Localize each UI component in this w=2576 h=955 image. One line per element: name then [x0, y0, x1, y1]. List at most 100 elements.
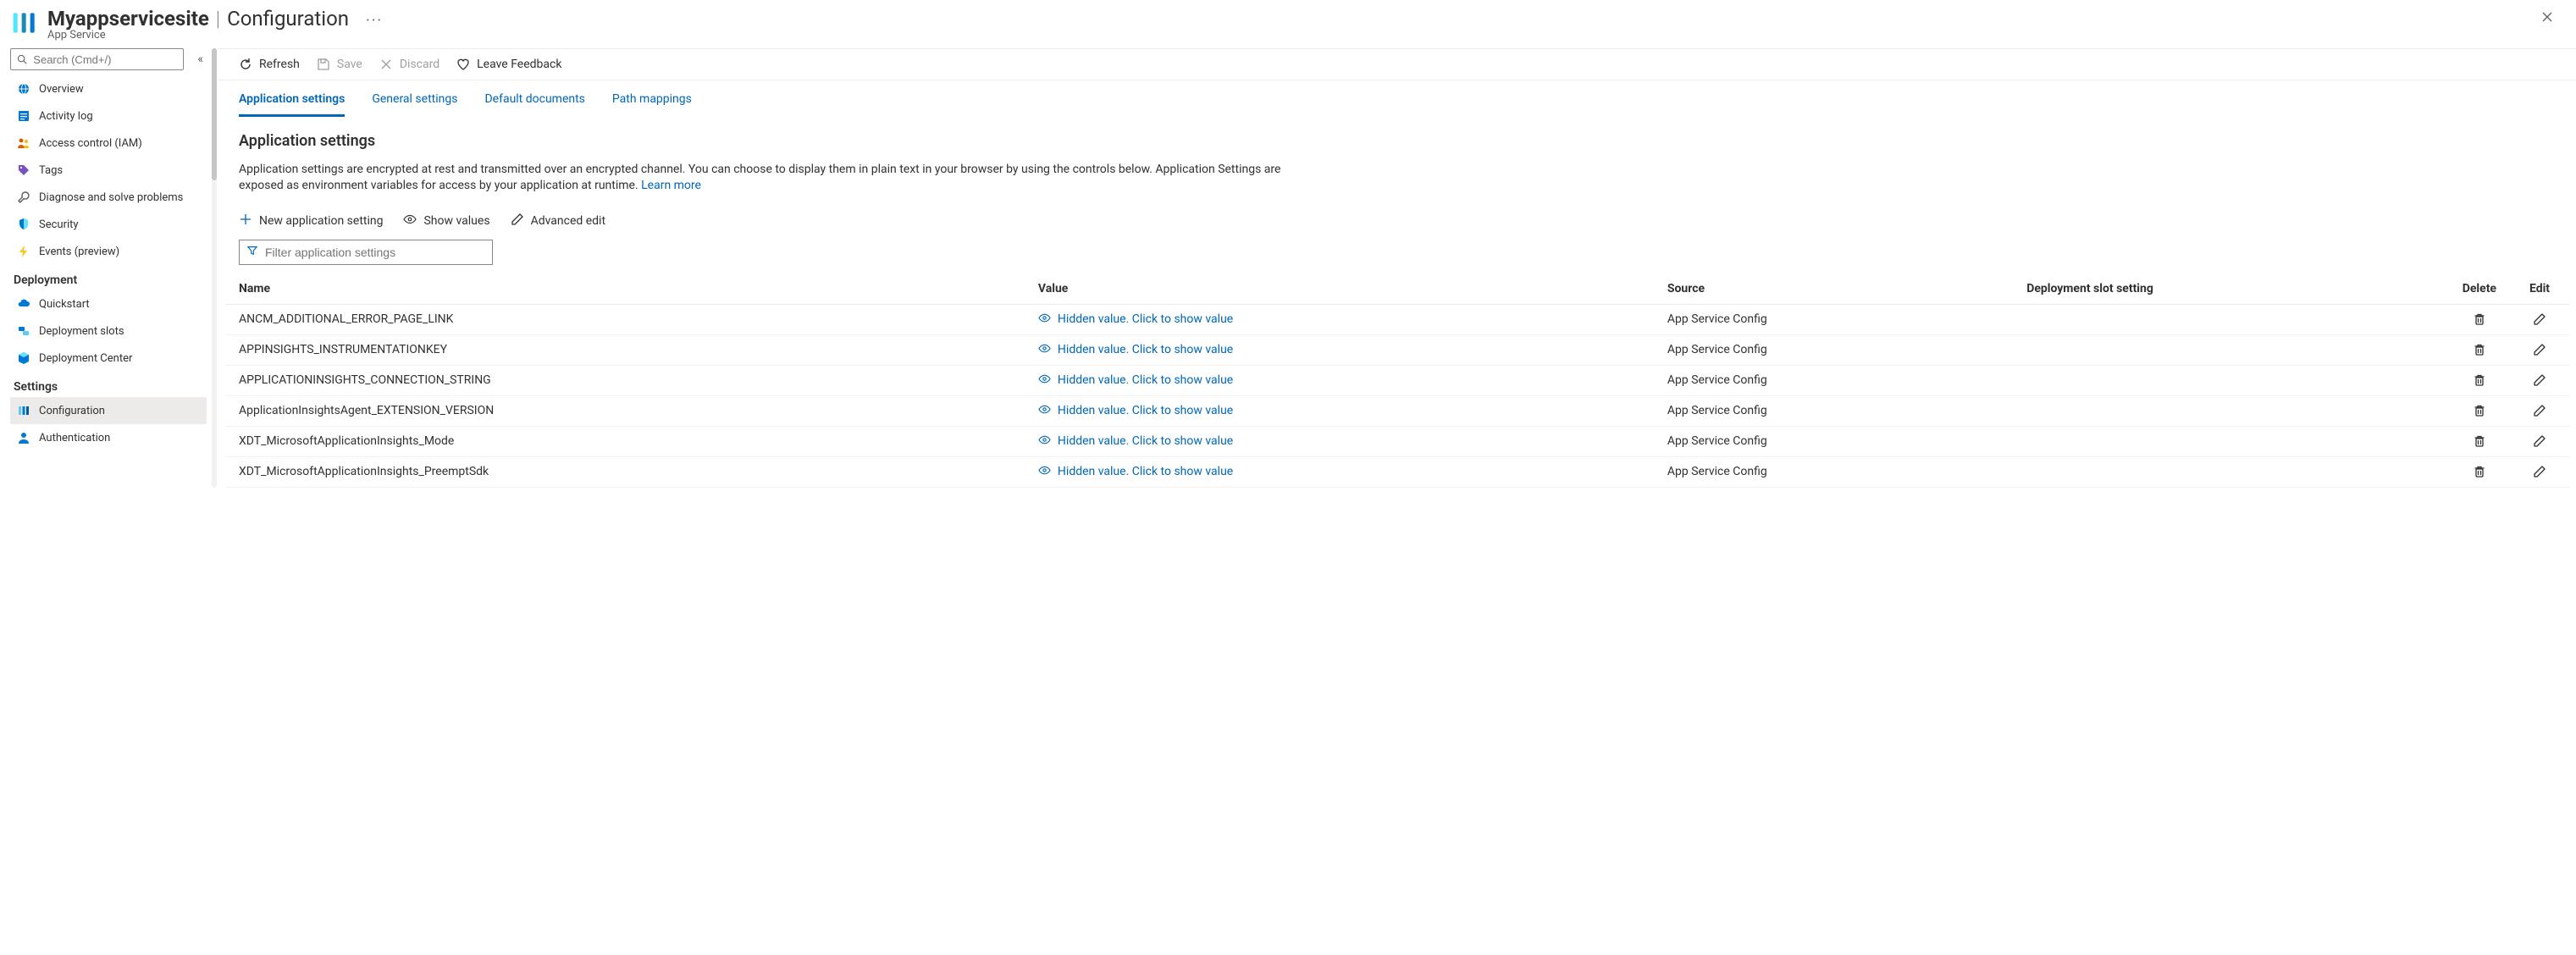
wrench-icon	[17, 190, 30, 204]
sidebar-item-access-control-iam-[interactable]: Access control (IAM)	[10, 130, 207, 157]
sidebar-item-events-preview-[interactable]: Events (preview)	[10, 238, 207, 265]
col-name[interactable]: Name	[225, 273, 1025, 305]
sidebar-item-overview[interactable]: Overview	[10, 75, 207, 102]
filter-input[interactable]	[265, 246, 485, 259]
discard-icon	[379, 58, 393, 71]
cube-icon	[17, 351, 30, 365]
sidebar-item-security[interactable]: Security	[10, 211, 207, 238]
delete-button[interactable]	[2463, 404, 2496, 417]
tab-general-settings[interactable]: General settings	[372, 92, 457, 117]
more-actions-button[interactable]: ···	[366, 12, 383, 30]
tab-default-documents[interactable]: Default documents	[484, 92, 584, 117]
pane-scrollbar[interactable]	[212, 48, 217, 488]
discard-label: Discard	[400, 58, 439, 71]
edit-button[interactable]	[2523, 373, 2556, 387]
sidebar-item-quickstart[interactable]: Quickstart	[10, 290, 207, 317]
sidebar-group-deployment: Deployment	[10, 265, 207, 290]
edit-button[interactable]	[2523, 434, 2556, 448]
save-button: Save	[317, 58, 362, 71]
feedback-button[interactable]: Leave Feedback	[456, 58, 561, 71]
eye-icon	[1038, 464, 1051, 480]
setting-source: App Service Config	[1654, 365, 2013, 395]
shield-icon	[17, 218, 30, 231]
person-icon	[17, 431, 30, 444]
delete-button[interactable]	[2463, 465, 2496, 478]
close-blade-button[interactable]	[2535, 7, 2559, 31]
setting-source: App Service Config	[1654, 456, 2013, 487]
sidebar-search-input[interactable]	[33, 53, 178, 66]
sidebar-item-tags[interactable]: Tags	[10, 157, 207, 184]
setting-name: XDT_MicrosoftApplicationInsights_Mode	[225, 426, 1025, 456]
setting-name: APPLICATIONINSIGHTS_CONNECTION_STRING	[225, 365, 1025, 395]
delete-button[interactable]	[2463, 373, 2496, 387]
show-value-button[interactable]: Hidden value. Click to show value	[1038, 373, 1640, 389]
table-row: XDT_MicrosoftApplicationInsights_Mode Hid…	[225, 426, 2569, 456]
show-values-button[interactable]: Show values	[403, 213, 489, 229]
hidden-value-text: Hidden value. Click to show value	[1058, 343, 1233, 356]
filter-icon	[246, 245, 258, 260]
resource-name: Myappservicesite	[47, 7, 209, 30]
sidebar-item-label: Tags	[39, 164, 63, 177]
sidebar-item-deployment-center[interactable]: Deployment Center	[10, 345, 207, 372]
show-value-button[interactable]: Hidden value. Click to show value	[1038, 464, 1640, 480]
delete-button[interactable]	[2463, 312, 2496, 326]
refresh-button[interactable]: Refresh	[239, 58, 300, 71]
bars-icon	[17, 404, 30, 417]
globe-icon	[17, 82, 30, 96]
edit-button[interactable]	[2523, 465, 2556, 478]
delete-button[interactable]	[2463, 343, 2496, 356]
col-source[interactable]: Source	[1654, 273, 2013, 305]
show-value-button[interactable]: Hidden value. Click to show value	[1038, 433, 1640, 450]
col-delete[interactable]: Delete	[2449, 273, 2510, 305]
cloud-icon	[17, 297, 30, 311]
sidebar-item-label: Access control (IAM)	[39, 137, 142, 150]
edit-button[interactable]	[2523, 404, 2556, 417]
sidebar-item-diagnose-and-solve-problems[interactable]: Diagnose and solve problems	[10, 184, 207, 211]
sidebar-item-deployment-slots[interactable]: Deployment slots	[10, 317, 207, 345]
sidebar-item-label: Events (preview)	[39, 246, 119, 258]
edit-button[interactable]	[2523, 343, 2556, 356]
search-icon	[16, 52, 28, 66]
eye-icon	[1038, 342, 1051, 358]
sidebar-item-activity-log[interactable]: Activity log	[10, 102, 207, 130]
setting-source: App Service Config	[1654, 334, 2013, 365]
setting-source: App Service Config	[1654, 426, 2013, 456]
learn-more-link[interactable]: Learn more	[641, 179, 701, 192]
advanced-edit-button[interactable]: Advanced edit	[511, 213, 605, 229]
col-edit[interactable]: Edit	[2510, 273, 2569, 305]
setting-name: APPINSIGHTS_INSTRUMENTATIONKEY	[225, 334, 1025, 365]
sidebar-item-authentication[interactable]: Authentication	[10, 424, 207, 451]
table-row: XDT_MicrosoftApplicationInsights_Preempt…	[225, 456, 2569, 487]
table-row: ANCM_ADDITIONAL_ERROR_PAGE_LINK Hidden va…	[225, 304, 2569, 334]
show-value-button[interactable]: Hidden value. Click to show value	[1038, 312, 1640, 328]
col-slot[interactable]: Deployment slot setting	[2013, 273, 2449, 305]
edit-button[interactable]	[2523, 312, 2556, 326]
sidebar-search[interactable]	[10, 48, 184, 70]
col-value[interactable]: Value	[1025, 273, 1654, 305]
sidebar-item-label: Activity log	[39, 110, 93, 123]
new-application-setting-button[interactable]: New application setting	[239, 213, 383, 229]
new-application-setting-label: New application setting	[259, 214, 383, 228]
command-bar: Refresh Save Discard Leave Feedback	[218, 49, 2576, 80]
show-value-button[interactable]: Hidden value. Click to show value	[1038, 342, 1640, 358]
plus-icon	[239, 213, 252, 229]
application-settings-table: Name Value Source Deployment slot settin…	[225, 273, 2569, 488]
sidebar-item-label: Security	[39, 218, 79, 231]
delete-button[interactable]	[2463, 434, 2496, 448]
sidebar-item-label: Deployment slots	[39, 325, 124, 338]
sidebar-item-label: Quickstart	[39, 298, 90, 311]
setting-slot	[2013, 426, 2449, 456]
tab-application-settings[interactable]: Application settings	[239, 92, 345, 117]
sidebar-item-configuration[interactable]: Configuration	[10, 397, 207, 424]
sidebar-item-label: Diagnose and solve problems	[39, 191, 183, 204]
eye-icon	[1038, 433, 1051, 450]
table-row: APPLICATIONINSIGHTS_CONNECTION_STRING Hid…	[225, 365, 2569, 395]
filter-application-settings[interactable]	[239, 240, 493, 265]
setting-source: App Service Config	[1654, 304, 2013, 334]
feedback-label: Leave Feedback	[477, 58, 561, 71]
eye-icon	[1038, 403, 1051, 419]
collapse-sidebar-button[interactable]: «	[194, 49, 207, 69]
tab-path-mappings[interactable]: Path mappings	[612, 92, 692, 117]
setting-name: ANCM_ADDITIONAL_ERROR_PAGE_LINK	[225, 304, 1025, 334]
show-value-button[interactable]: Hidden value. Click to show value	[1038, 403, 1640, 419]
